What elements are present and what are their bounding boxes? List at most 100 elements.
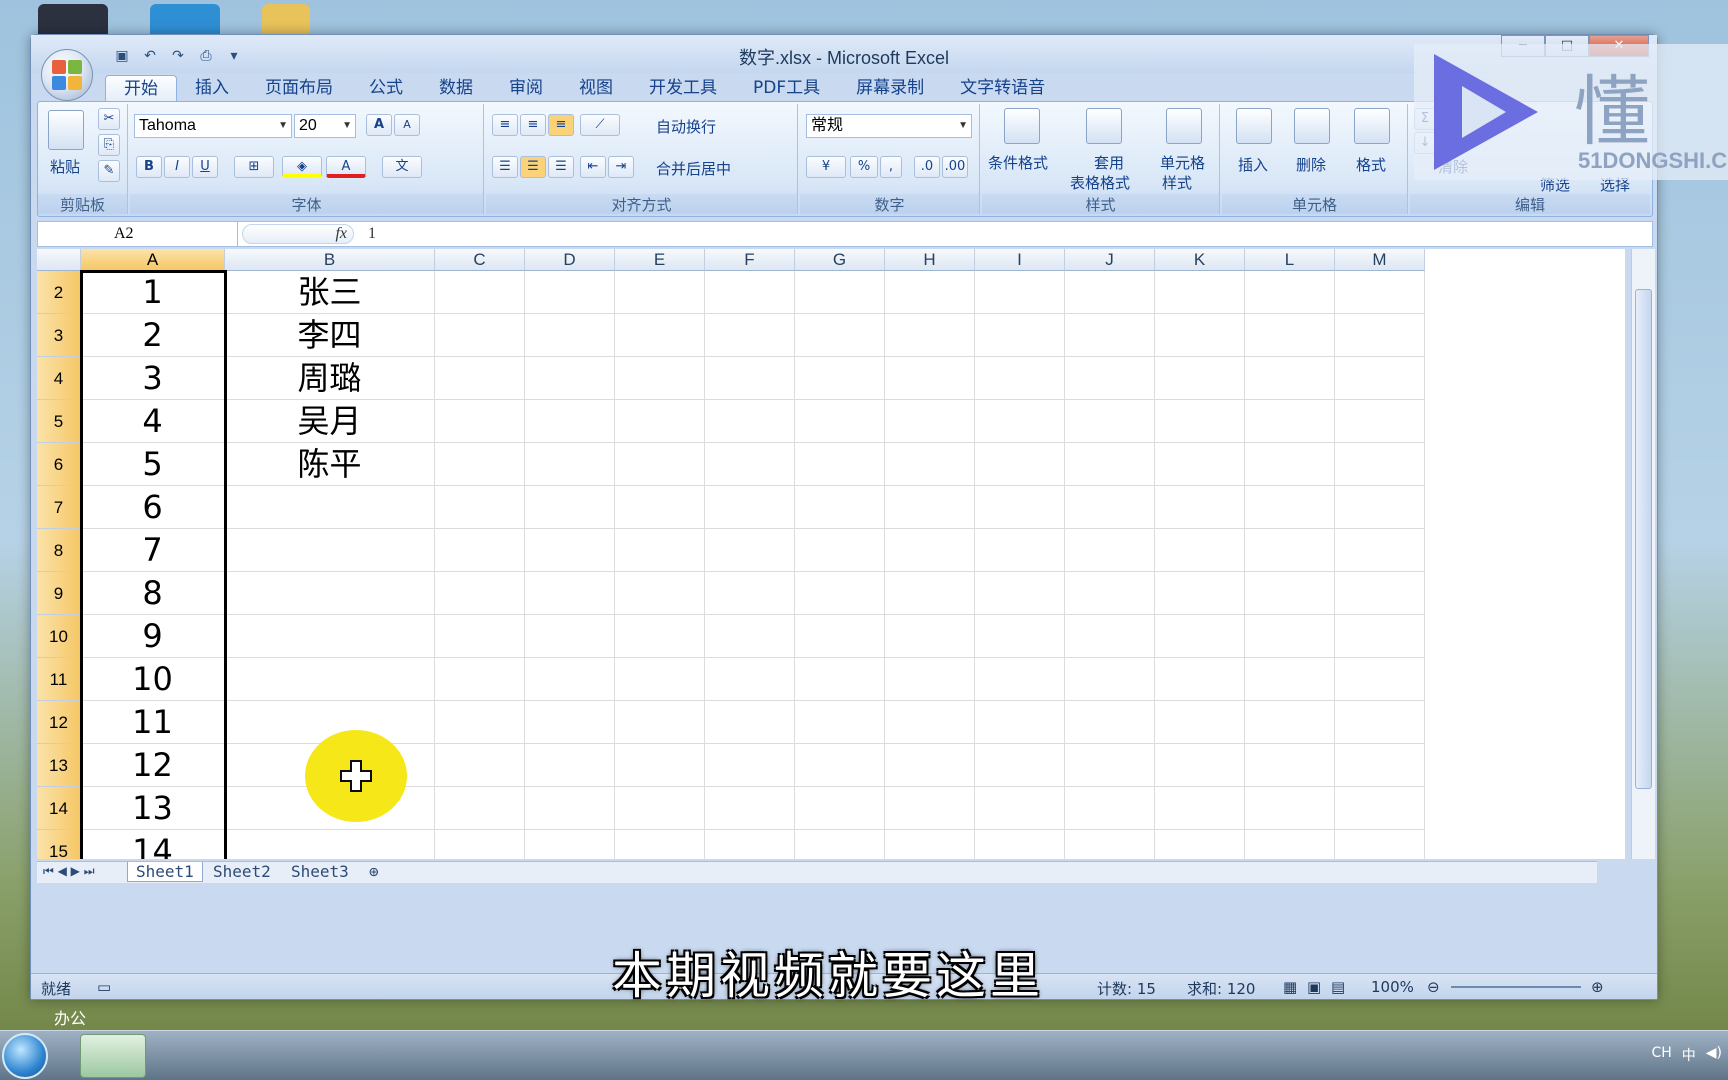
cell[interactable] bbox=[975, 314, 1065, 357]
tab-insert[interactable]: 插入 bbox=[177, 75, 247, 101]
cell[interactable] bbox=[1245, 271, 1335, 314]
cell[interactable]: 12 bbox=[81, 744, 225, 787]
cell[interactable] bbox=[525, 701, 615, 744]
cell[interactable] bbox=[1065, 658, 1155, 701]
cell[interactable] bbox=[525, 357, 615, 400]
table-format-icon[interactable] bbox=[1086, 108, 1122, 144]
scroll-thumb[interactable] bbox=[1635, 289, 1652, 789]
cell[interactable] bbox=[1245, 615, 1335, 658]
format-cells-button[interactable]: 格式 bbox=[1356, 154, 1386, 175]
conditional-format-button[interactable]: 条件格式 bbox=[988, 152, 1048, 173]
column-header-b[interactable]: B bbox=[225, 249, 435, 271]
cell[interactable] bbox=[435, 357, 525, 400]
cell[interactable] bbox=[615, 658, 705, 701]
cell[interactable] bbox=[705, 400, 795, 443]
cell[interactable]: 李四 bbox=[225, 314, 435, 357]
tab-developer[interactable]: 开发工具 bbox=[631, 75, 735, 101]
cell[interactable] bbox=[705, 486, 795, 529]
cell[interactable] bbox=[615, 615, 705, 658]
border-icon[interactable]: ⊞ bbox=[234, 156, 274, 178]
cell[interactable] bbox=[615, 572, 705, 615]
formula-input[interactable]: 1 bbox=[368, 222, 376, 246]
cell[interactable] bbox=[1335, 701, 1425, 744]
tab-data[interactable]: 数据 bbox=[421, 75, 491, 101]
cell[interactable] bbox=[525, 787, 615, 830]
row-header[interactable]: 12 bbox=[37, 701, 81, 744]
cell[interactable] bbox=[525, 658, 615, 701]
row-header[interactable]: 8 bbox=[37, 529, 81, 572]
cell-style-line1[interactable]: 单元格 bbox=[1160, 152, 1205, 173]
cell[interactable] bbox=[1335, 486, 1425, 529]
cell[interactable] bbox=[435, 744, 525, 787]
cell[interactable] bbox=[1245, 443, 1335, 486]
cell[interactable] bbox=[435, 271, 525, 314]
sheet-nav-icon[interactable]: ⏮ ◀ ▶ ⏭ bbox=[43, 864, 95, 879]
cell[interactable] bbox=[225, 572, 435, 615]
cell[interactable] bbox=[975, 787, 1065, 830]
office-button[interactable] bbox=[41, 49, 93, 101]
cell[interactable] bbox=[795, 830, 885, 859]
cell[interactable] bbox=[1065, 486, 1155, 529]
font-size-select[interactable]: 20 ▼ bbox=[294, 114, 356, 138]
cell[interactable]: 吴月 bbox=[225, 400, 435, 443]
column-header-g[interactable]: G bbox=[795, 249, 885, 271]
cell[interactable] bbox=[1155, 314, 1245, 357]
cell[interactable] bbox=[1065, 443, 1155, 486]
delete-cells-button[interactable]: 删除 bbox=[1296, 154, 1326, 175]
cell[interactable] bbox=[1065, 314, 1155, 357]
row-header[interactable]: 6 bbox=[37, 443, 81, 486]
row-header[interactable]: 3 bbox=[37, 314, 81, 357]
cell[interactable] bbox=[795, 486, 885, 529]
cell[interactable] bbox=[1155, 572, 1245, 615]
cell[interactable] bbox=[885, 658, 975, 701]
cell[interactable] bbox=[1335, 400, 1425, 443]
cell[interactable] bbox=[615, 787, 705, 830]
zoom-out-icon[interactable]: ⊖ bbox=[1427, 978, 1440, 996]
cell[interactable]: 2 bbox=[81, 314, 225, 357]
cell[interactable] bbox=[1335, 744, 1425, 787]
cell[interactable] bbox=[1065, 357, 1155, 400]
cell[interactable] bbox=[525, 314, 615, 357]
sheet-tab-2[interactable]: Sheet2 bbox=[205, 862, 279, 882]
cell[interactable] bbox=[1245, 658, 1335, 701]
fill-color-icon[interactable]: ◈ bbox=[282, 156, 322, 178]
cell[interactable] bbox=[1335, 830, 1425, 859]
cell[interactable] bbox=[1335, 615, 1425, 658]
cell[interactable] bbox=[885, 787, 975, 830]
cell[interactable] bbox=[705, 701, 795, 744]
cell[interactable] bbox=[975, 271, 1065, 314]
cell[interactable] bbox=[885, 400, 975, 443]
cell[interactable] bbox=[525, 443, 615, 486]
row-header[interactable]: 7 bbox=[37, 486, 81, 529]
cell[interactable] bbox=[1065, 744, 1155, 787]
cell[interactable] bbox=[1065, 701, 1155, 744]
cell[interactable] bbox=[1155, 271, 1245, 314]
cell[interactable] bbox=[1335, 271, 1425, 314]
row-header[interactable]: 10 bbox=[37, 615, 81, 658]
paste-icon[interactable] bbox=[48, 110, 84, 150]
cell[interactable] bbox=[1155, 701, 1245, 744]
column-header-c[interactable]: C bbox=[435, 249, 525, 271]
cell[interactable] bbox=[795, 572, 885, 615]
cell[interactable] bbox=[705, 443, 795, 486]
cell[interactable] bbox=[1155, 486, 1245, 529]
increase-decimal-icon[interactable]: .0 bbox=[914, 156, 940, 178]
cell[interactable] bbox=[795, 615, 885, 658]
row-header[interactable]: 13 bbox=[37, 744, 81, 787]
cell[interactable] bbox=[1155, 529, 1245, 572]
increase-indent-icon[interactable]: ⇥ bbox=[608, 156, 634, 178]
cell[interactable] bbox=[705, 744, 795, 787]
cell[interactable]: 14 bbox=[81, 830, 225, 859]
cell[interactable] bbox=[795, 400, 885, 443]
redo-icon[interactable]: ↷ bbox=[167, 46, 189, 66]
cell[interactable] bbox=[435, 787, 525, 830]
cell[interactable] bbox=[795, 744, 885, 787]
cell[interactable] bbox=[1155, 357, 1245, 400]
cell[interactable] bbox=[225, 529, 435, 572]
orientation-icon[interactable]: ⟋ bbox=[580, 114, 620, 136]
cell[interactable] bbox=[435, 400, 525, 443]
cell[interactable] bbox=[1065, 271, 1155, 314]
cell[interactable] bbox=[885, 529, 975, 572]
wrap-text-button[interactable]: 自动换行 bbox=[656, 116, 716, 137]
start-button[interactable] bbox=[2, 1033, 48, 1079]
